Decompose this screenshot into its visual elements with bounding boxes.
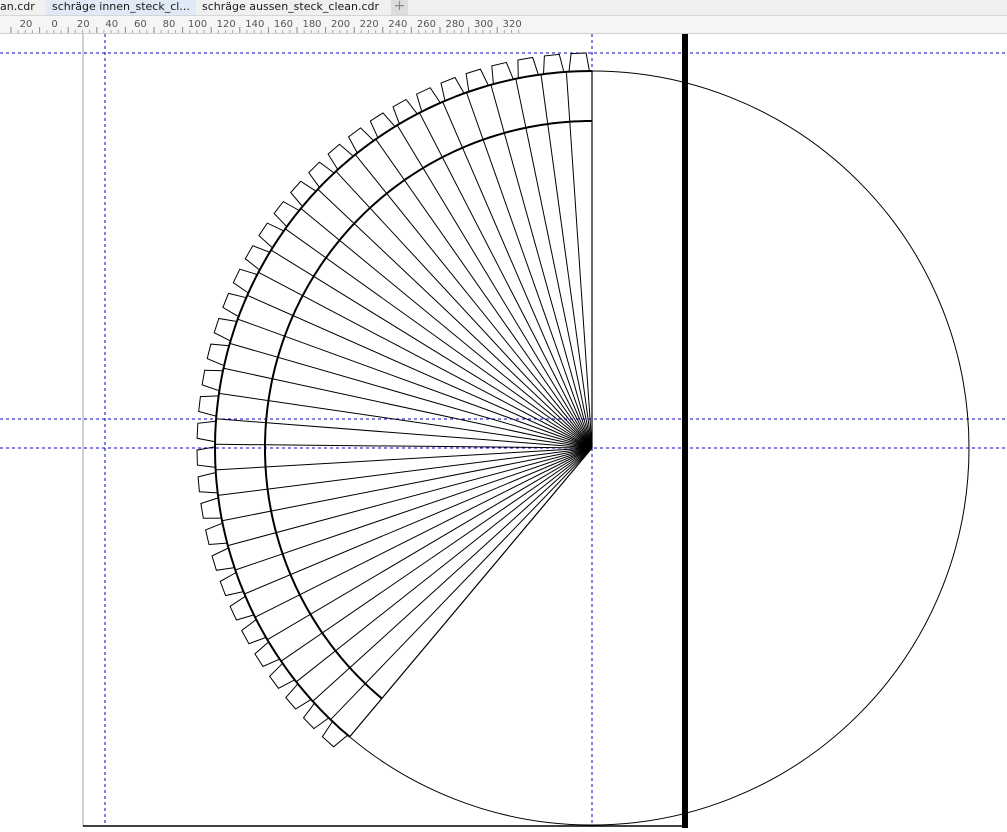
fan-ray[interactable] — [229, 342, 593, 449]
fan-ray[interactable] — [330, 447, 593, 721]
fan-ray[interactable] — [565, 71, 593, 449]
tab-document-2-active[interactable]: schräge innen_steck_cl... — [46, 0, 196, 15]
ruler-label: 300 — [474, 19, 493, 30]
fan-ray[interactable] — [312, 447, 593, 702]
fan-ray[interactable] — [349, 447, 593, 738]
fan-ray[interactable] — [442, 101, 593, 449]
glue-tab[interactable] — [302, 702, 330, 730]
ruler-scale: 20 0 20 40 60 80 100 120 140 160 180 200 220 240 260 28… — [10, 19, 522, 33]
ruler-label: 260 — [417, 19, 436, 30]
horizontal-ruler[interactable]: 20 0 20 40 60 80 100 120 140 160 180 200 220 240 260 28… — [0, 16, 1007, 34]
ruler-label: 240 — [388, 19, 407, 30]
fan-ray[interactable] — [295, 447, 593, 683]
fan-ray[interactable] — [375, 138, 593, 449]
glue-tab[interactable] — [568, 52, 590, 72]
glue-tab[interactable] — [308, 161, 335, 188]
fan-ray[interactable] — [227, 447, 593, 547]
drawing-surface[interactable] — [0, 34, 1007, 828]
ruler-label: 20 — [20, 19, 33, 30]
fan-ray[interactable] — [214, 443, 593, 449]
fan-ray[interactable] — [267, 447, 593, 641]
fan-ray[interactable] — [540, 74, 593, 449]
glue-tab[interactable] — [321, 721, 349, 748]
ruler-label: 40 — [105, 19, 118, 30]
tab-document-1[interactable]: an.cdr — [0, 0, 46, 15]
ruler-label: 120 — [217, 19, 236, 30]
fan-ray[interactable] — [254, 447, 593, 618]
glue-tab[interactable] — [543, 53, 565, 75]
ruler-label: 200 — [331, 19, 350, 30]
ruler-label: 140 — [245, 19, 264, 30]
fan-ray[interactable] — [419, 112, 593, 449]
ruler-label: 160 — [274, 19, 293, 30]
ruler-label: 20 — [77, 19, 90, 30]
glue-tab[interactable] — [196, 420, 216, 443]
drawing-canvas[interactable] — [0, 34, 1007, 828]
ruler-label: 0 — [51, 19, 57, 30]
fan-pattern[interactable] — [196, 52, 593, 748]
fan-ray[interactable] — [258, 271, 593, 449]
fan-ray[interactable] — [317, 188, 593, 449]
tab-document-3[interactable]: schräge aussen_steck_clean.cdr — [196, 0, 386, 15]
glue-tab[interactable] — [197, 472, 218, 494]
fan-ray[interactable] — [396, 124, 593, 449]
ruler-label: 100 — [188, 19, 207, 30]
ruler-label: 280 — [445, 19, 464, 30]
fan-ray[interactable] — [280, 447, 593, 662]
fan-ray[interactable] — [235, 447, 593, 571]
ruler-label: 80 — [163, 19, 176, 30]
ruler-label: 180 — [302, 19, 321, 30]
ruler-label: 320 — [503, 19, 522, 30]
document-tab-bar: an.cdr schräge innen_steck_cl... schräge… — [0, 0, 1007, 16]
glue-tab[interactable] — [196, 446, 216, 468]
add-tab-button[interactable]: + — [391, 0, 408, 15]
ruler-label: 220 — [360, 19, 379, 30]
ruler-label: 60 — [134, 19, 147, 30]
